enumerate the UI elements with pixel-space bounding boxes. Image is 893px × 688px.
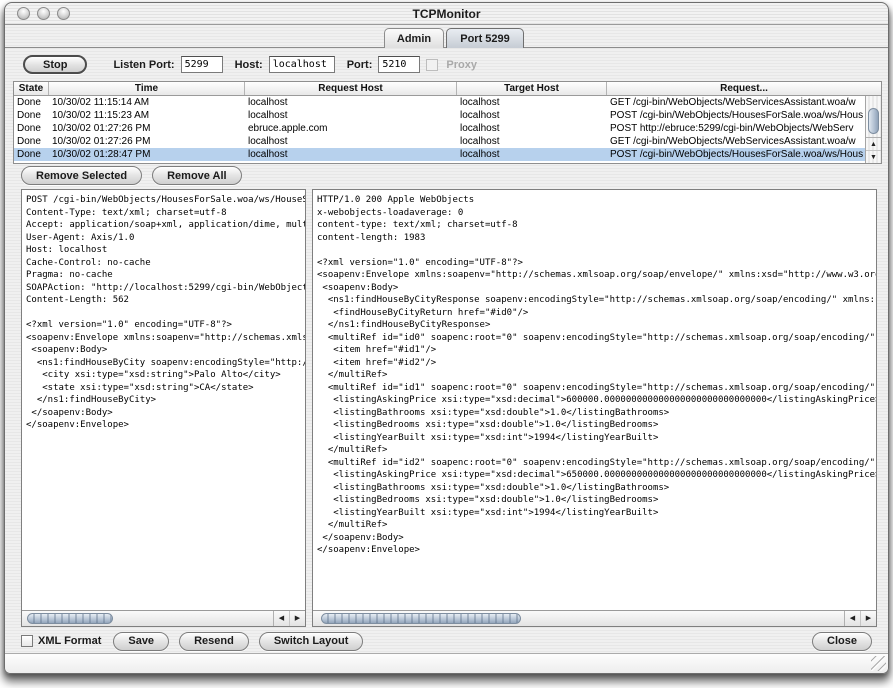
- xml-format-checkbox[interactable]: [21, 635, 33, 647]
- table-scroll-arrows: ▲ ▼: [866, 137, 881, 163]
- cell-time: 10/30/02 11:15:23 AM: [49, 109, 245, 122]
- cell-request-host: localhost: [245, 135, 457, 148]
- request-horizontal-scrollbar[interactable]: ◀ ▶: [22, 610, 305, 626]
- cell-request: POST http://ebruce:5299/cgi-bin/WebObjec…: [607, 122, 865, 135]
- close-window-icon[interactable]: [17, 7, 30, 20]
- table-row[interactable]: Done 10/30/02 11:15:14 AM localhost loca…: [14, 96, 865, 109]
- tab-port-5299[interactable]: Port 5299: [446, 28, 524, 48]
- cell-target-host: localhost: [457, 122, 607, 135]
- cell-time: 10/30/02 01:27:26 PM: [49, 122, 245, 135]
- cell-time: 10/30/02 01:27:26 PM: [49, 135, 245, 148]
- cell-request: GET /cgi-bin/WebObjects/WebServicesAssis…: [607, 135, 865, 148]
- traffic-lights: [17, 7, 70, 20]
- cell-request-host: ebruce.apple.com: [245, 122, 457, 135]
- window-titlebar[interactable]: TCPMonitor: [5, 3, 888, 25]
- status-strip: [5, 653, 888, 673]
- cell-state: Done: [14, 148, 49, 161]
- listen-port-field[interactable]: [181, 56, 223, 73]
- connections-table-header: State Time Request Host Target Host Requ…: [14, 82, 881, 96]
- scroll-up-icon[interactable]: ▲: [866, 138, 881, 151]
- cell-state: Done: [14, 135, 49, 148]
- connections-table: State Time Request Host Target Host Requ…: [13, 81, 882, 164]
- save-button[interactable]: Save: [113, 632, 169, 651]
- port-field[interactable]: [378, 56, 420, 73]
- request-text[interactable]: POST /cgi-bin/WebObjects/HousesForSale.w…: [22, 190, 305, 610]
- cell-time: 10/30/02 01:28:47 PM: [49, 148, 245, 161]
- cell-state: Done: [14, 122, 49, 135]
- connection-toolbar: Stop Listen Port: Host: Port: Proxy: [5, 48, 888, 81]
- remove-selected-button[interactable]: Remove Selected: [21, 166, 142, 185]
- response-scroll-thumb[interactable]: [321, 613, 521, 624]
- xml-format-label: XML Format: [38, 635, 101, 647]
- request-scroll-thumb[interactable]: [27, 613, 113, 624]
- cell-target-host: localhost: [457, 135, 607, 148]
- port-label: Port:: [347, 59, 373, 71]
- cell-state: Done: [14, 109, 49, 122]
- column-header-target-host[interactable]: Target Host: [457, 82, 607, 95]
- resend-button[interactable]: Resend: [179, 632, 249, 651]
- scroll-left-icon[interactable]: ◀: [274, 611, 290, 626]
- tab-bar: Admin Port 5299: [5, 25, 888, 48]
- cell-target-host: localhost: [457, 109, 607, 122]
- host-field[interactable]: [269, 56, 335, 73]
- window-title: TCPMonitor: [5, 7, 888, 21]
- response-scroll-arrows: ◀ ▶: [844, 611, 876, 626]
- minimize-window-icon[interactable]: [37, 7, 50, 20]
- request-scroll-arrows: ◀ ▶: [273, 611, 305, 626]
- cell-time: 10/30/02 11:15:14 AM: [49, 96, 245, 109]
- scroll-down-icon[interactable]: ▼: [866, 151, 881, 164]
- table-row[interactable]: Done 10/30/02 01:27:26 PM ebruce.apple.c…: [14, 122, 865, 135]
- tcpmonitor-window: TCPMonitor Admin Port 5299 Stop Listen P…: [4, 2, 889, 674]
- cell-target-host: localhost: [457, 148, 607, 161]
- stop-button[interactable]: Stop: [23, 55, 87, 74]
- column-header-request[interactable]: Request...: [607, 82, 881, 95]
- cell-request: GET /cgi-bin/WebObjects/WebServicesAssis…: [607, 96, 865, 109]
- request-pane: POST /cgi-bin/WebObjects/HousesForSale.w…: [21, 189, 306, 627]
- scroll-right-icon[interactable]: ▶: [290, 611, 305, 626]
- column-header-request-host[interactable]: Request Host: [245, 82, 457, 95]
- proxy-checkbox: [426, 59, 438, 71]
- switch-layout-button[interactable]: Switch Layout: [259, 632, 364, 651]
- remove-all-button[interactable]: Remove All: [152, 166, 242, 185]
- remove-button-bar: Remove Selected Remove All: [21, 166, 242, 185]
- scroll-left-icon[interactable]: ◀: [845, 611, 861, 626]
- cell-request-host: localhost: [245, 96, 457, 109]
- table-scroll-thumb[interactable]: [868, 108, 879, 134]
- connections-table-body: Done 10/30/02 11:15:14 AM localhost loca…: [14, 96, 865, 163]
- proxy-label: Proxy: [446, 59, 477, 71]
- table-row[interactable]: Done 10/30/02 11:15:23 AM localhost loca…: [14, 109, 865, 122]
- cell-target-host: localhost: [457, 96, 607, 109]
- column-header-state[interactable]: State: [14, 82, 49, 95]
- resize-grip-icon[interactable]: [871, 656, 886, 671]
- scroll-right-icon[interactable]: ▶: [861, 611, 876, 626]
- cell-request: POST /cgi-bin/WebObjects/HousesForSale.w…: [607, 109, 865, 122]
- tab-admin[interactable]: Admin: [384, 28, 444, 48]
- response-text[interactable]: HTTP/1.0 200 Apple WebObjects x-webobjec…: [313, 190, 876, 610]
- column-header-time[interactable]: Time: [49, 82, 245, 95]
- host-label: Host:: [235, 59, 263, 71]
- listen-port-label: Listen Port:: [113, 59, 174, 71]
- footer-bar: XML Format Save Resend Switch Layout Clo…: [21, 630, 872, 652]
- response-horizontal-scrollbar[interactable]: ◀ ▶: [313, 610, 876, 626]
- cell-request-host: localhost: [245, 148, 457, 161]
- table-vertical-scrollbar[interactable]: ▲ ▼: [865, 96, 881, 163]
- cell-request-host: localhost: [245, 109, 457, 122]
- table-row-selected[interactable]: Done 10/30/02 01:28:47 PM localhost loca…: [14, 148, 865, 161]
- close-button[interactable]: Close: [812, 632, 872, 651]
- cell-request: POST /cgi-bin/WebObjects/HousesForSale.w…: [607, 148, 865, 161]
- response-pane: HTTP/1.0 200 Apple WebObjects x-webobjec…: [312, 189, 877, 627]
- zoom-window-icon[interactable]: [57, 7, 70, 20]
- cell-state: Done: [14, 96, 49, 109]
- table-row[interactable]: Done 10/30/02 01:27:26 PM localhost loca…: [14, 135, 865, 148]
